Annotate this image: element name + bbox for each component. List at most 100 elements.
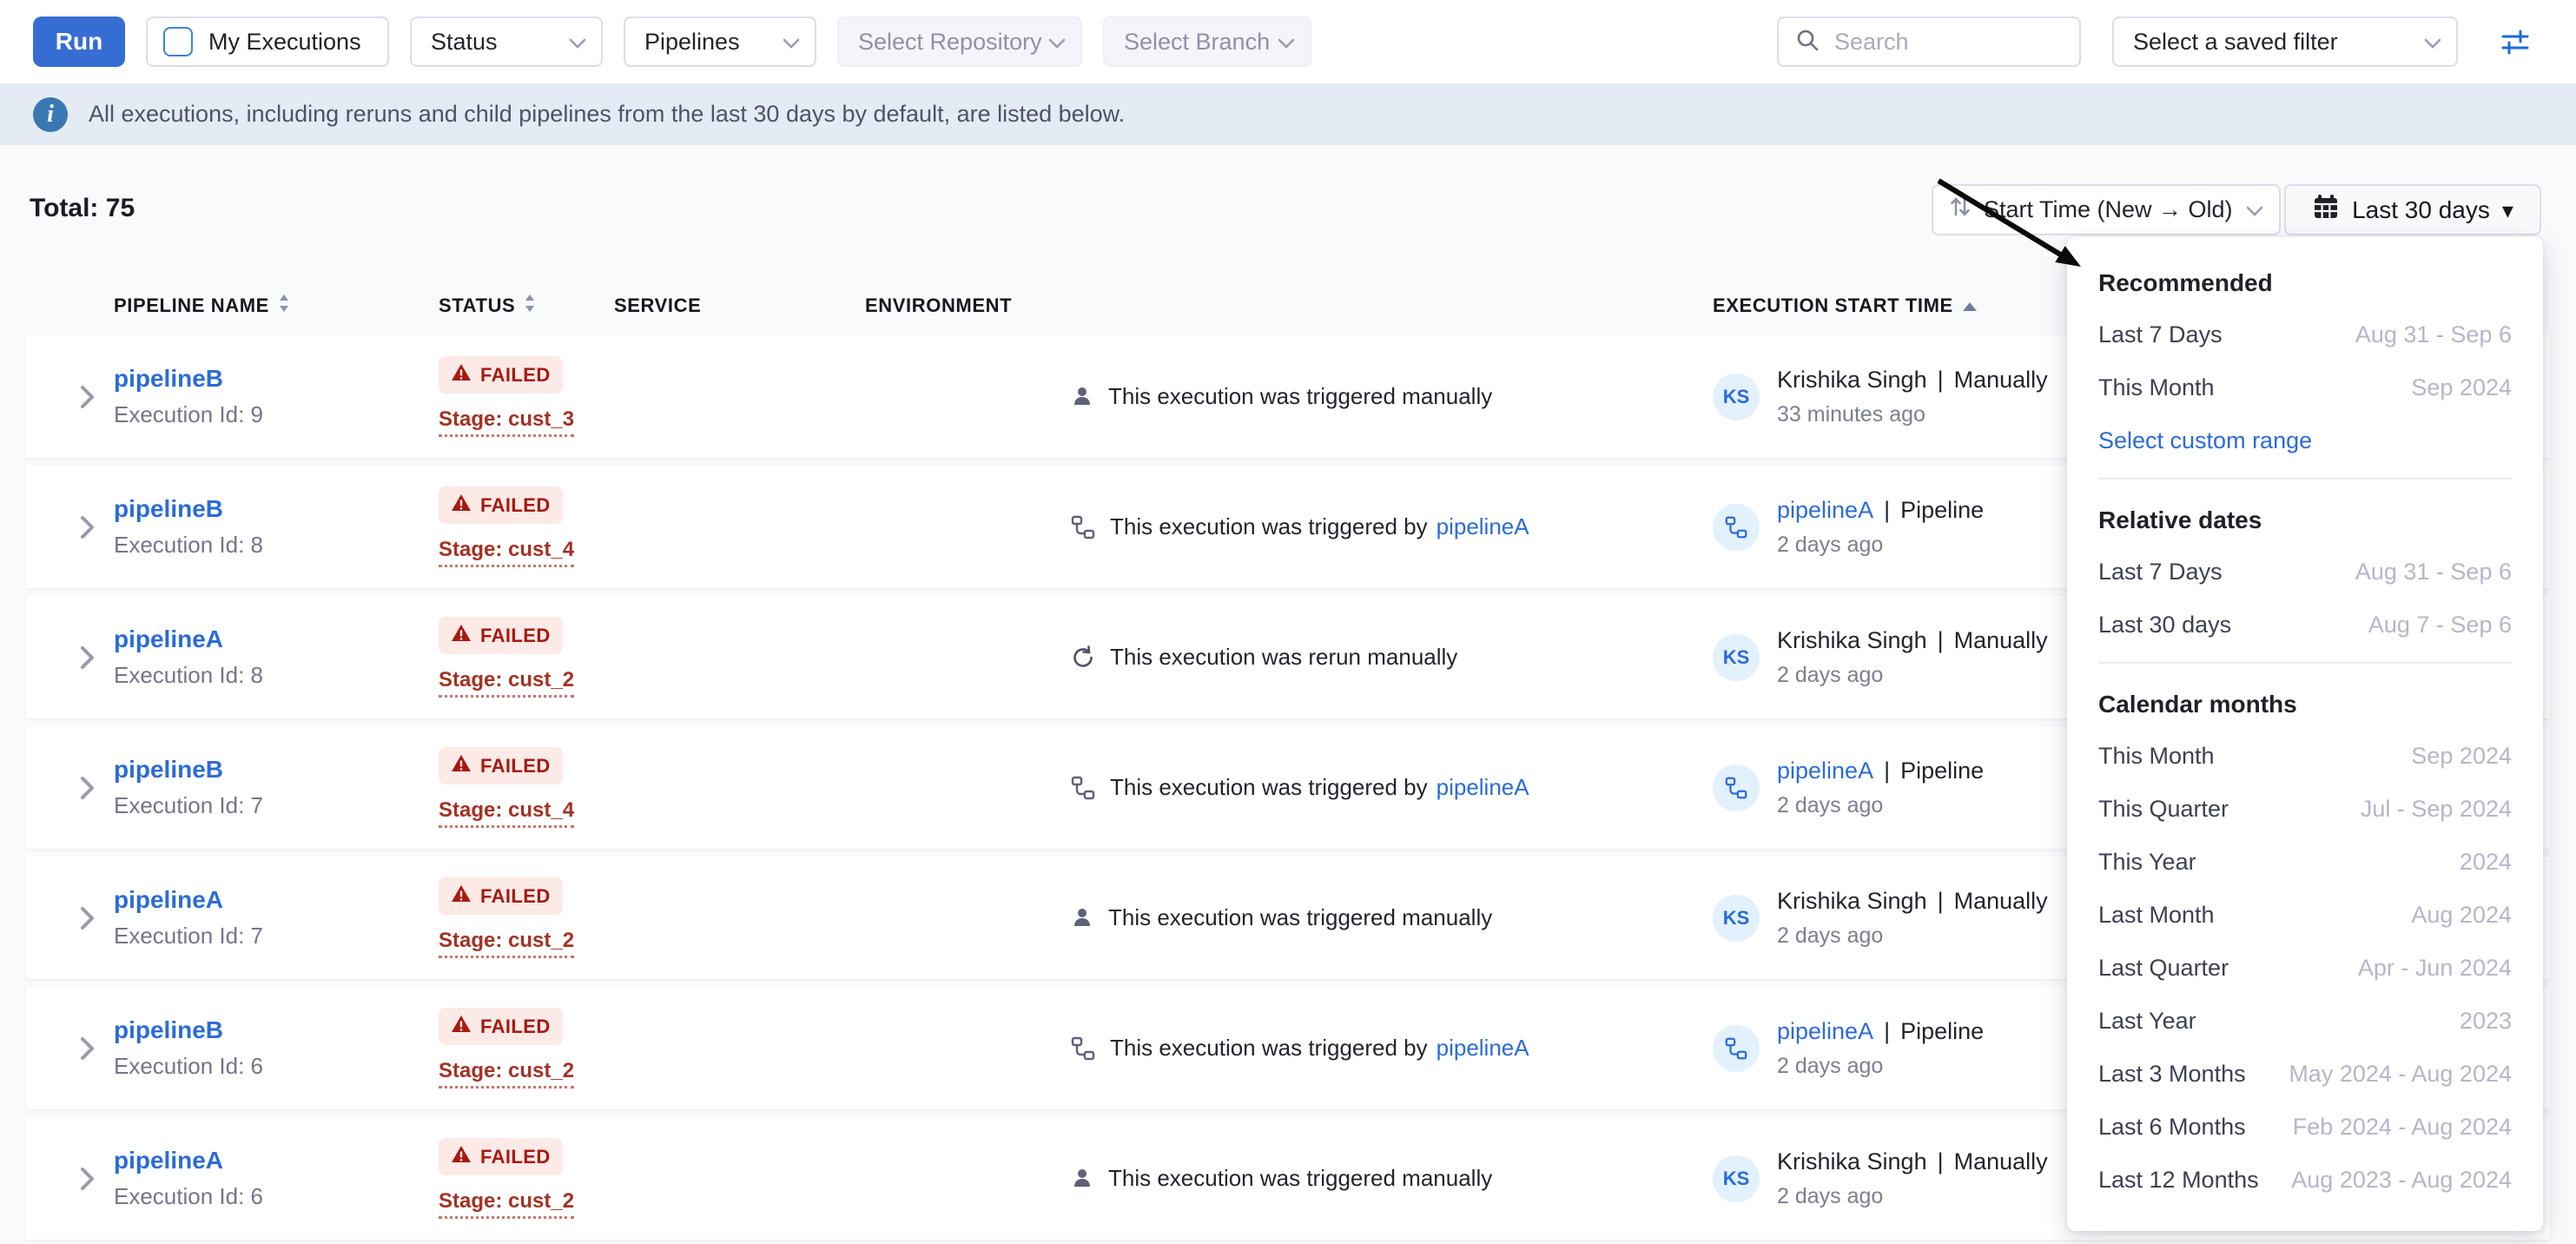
- date-range-button[interactable]: Last 30 days ▾: [2284, 184, 2541, 235]
- starter-name[interactable]: pipelineA: [1777, 1018, 1873, 1045]
- date-menu-item-range: Jul - Sep 2024: [2361, 796, 2512, 823]
- date-menu-item[interactable]: Last Year 2023: [2098, 995, 2512, 1048]
- date-menu-item[interactable]: Last 12 Months Aug 2023 - Aug 2024: [2098, 1154, 2512, 1207]
- pipeline-name-cell: pipelineA Execution Id: 8: [114, 625, 439, 689]
- search-icon: [1794, 27, 1820, 57]
- trigger-info: This execution was triggered by pipeline…: [1070, 774, 1713, 801]
- starter-name[interactable]: pipelineA: [1777, 497, 1873, 524]
- separator: |: [1938, 888, 1944, 915]
- status-badge: FAILED: [439, 486, 563, 524]
- trigger-info: This execution was triggered manually: [1070, 1165, 1713, 1192]
- date-menu-section-header: Relative dates: [2098, 495, 2512, 546]
- separator: |: [1938, 627, 1944, 654]
- column-service-label: SERVICE: [614, 294, 701, 317]
- pipeline-name-link[interactable]: pipelineB: [114, 1016, 223, 1043]
- date-menu-item[interactable]: Last 3 Months May 2024 - Aug 2024: [2098, 1048, 2512, 1101]
- search-input[interactable]: [1833, 28, 2064, 56]
- trigger-mode: Pipeline: [1900, 497, 1984, 524]
- starter-name[interactable]: Krishika Singh: [1777, 367, 1927, 394]
- pipeline-name-link[interactable]: pipelineA: [114, 886, 223, 913]
- select-repository-label: Select Repository: [858, 29, 1042, 56]
- starter-name[interactable]: Krishika Singh: [1777, 1148, 1927, 1175]
- pipelines-dropdown[interactable]: Pipelines: [624, 17, 816, 67]
- row-expand-chevron[interactable]: [26, 514, 114, 540]
- status-badge: FAILED: [439, 1008, 563, 1045]
- filter-sliders-icon[interactable]: [2498, 24, 2533, 59]
- avatar-initials: KS: [1723, 907, 1750, 930]
- failed-stage-link[interactable]: Stage: cust_3: [439, 407, 574, 437]
- row-expand-chevron[interactable]: [26, 1036, 114, 1062]
- pipeline-name-cell: pipelineA Execution Id: 7: [114, 886, 439, 950]
- status-cell: FAILED Stage: cust_2: [439, 877, 614, 958]
- start-text: Krishika Singh | Manually 2 days ago: [1777, 1148, 2048, 1209]
- sort-updown-icon: [524, 293, 536, 319]
- date-menu-item[interactable]: Select custom range: [2098, 414, 2512, 467]
- my-executions-checkbox[interactable]: [163, 27, 193, 56]
- pipeline-name-link[interactable]: pipelineB: [114, 495, 223, 522]
- failed-stage-link[interactable]: Stage: cust_4: [439, 538, 574, 567]
- date-menu-item-range: Aug 31 - Sep 6: [2355, 559, 2512, 586]
- trigger-pipeline-link[interactable]: pipelineA: [1437, 774, 1529, 801]
- failed-stage-link[interactable]: Stage: cust_2: [439, 668, 574, 698]
- pipeline-name-link[interactable]: pipelineA: [114, 625, 223, 652]
- date-menu-item[interactable]: This Year 2024: [2098, 836, 2512, 889]
- starter-name[interactable]: pipelineA: [1777, 758, 1873, 784]
- starter-name[interactable]: Krishika Singh: [1777, 627, 1927, 654]
- pipeline-name-link[interactable]: pipelineB: [114, 756, 223, 783]
- start-time: 2 days ago: [1777, 923, 2048, 949]
- date-menu-section: Recommended Last 7 Days Aug 31 - Sep 6 T…: [2098, 258, 2512, 480]
- separator: |: [1938, 367, 1944, 394]
- status-label: FAILED: [480, 364, 551, 387]
- sort-dropdown[interactable]: Start Time (New → Old): [1932, 184, 2281, 235]
- column-pipeline-name[interactable]: PIPELINE NAME: [114, 293, 439, 319]
- date-menu-item[interactable]: This Quarter Jul - Sep 2024: [2098, 783, 2512, 836]
- calendar-icon: [2312, 193, 2340, 227]
- run-button[interactable]: Run: [33, 17, 125, 67]
- row-expand-chevron[interactable]: [26, 905, 114, 931]
- status-badge: FAILED: [439, 877, 563, 915]
- pipeline-name-link[interactable]: pipelineA: [114, 1147, 223, 1174]
- failed-stage-link[interactable]: Stage: cust_2: [439, 1059, 574, 1088]
- date-menu-item[interactable]: Last Month Aug 2024: [2098, 889, 2512, 942]
- trigger-pipeline-link[interactable]: pipelineA: [1437, 1035, 1529, 1062]
- date-menu-item[interactable]: This Month Sep 2024: [2098, 361, 2512, 414]
- chevron-down-icon: [1277, 29, 1296, 56]
- row-expand-chevron[interactable]: [26, 775, 114, 801]
- trigger-message: This execution was triggered manually: [1108, 904, 1492, 931]
- status-dropdown[interactable]: Status: [410, 17, 603, 67]
- date-menu-item[interactable]: Last 7 Days Aug 31 - Sep 6: [2098, 308, 2512, 361]
- trigger-pipeline-link[interactable]: pipelineA: [1437, 513, 1529, 540]
- column-status[interactable]: STATUS: [439, 293, 614, 319]
- date-menu-item-label: This Quarter: [2098, 796, 2229, 823]
- date-menu-item[interactable]: This Month Sep 2024: [2098, 730, 2512, 783]
- execution-id: Execution Id: 6: [114, 1183, 439, 1210]
- date-menu-item[interactable]: Last 6 Months Feb 2024 - Aug 2024: [2098, 1101, 2512, 1154]
- warning-triangle-icon: [451, 754, 472, 778]
- failed-stage-link[interactable]: Stage: cust_2: [439, 929, 574, 958]
- trigger-mode: Manually: [1954, 1148, 2048, 1175]
- date-menu-item[interactable]: Last 7 Days Aug 31 - Sep 6: [2098, 546, 2512, 599]
- row-expand-chevron[interactable]: [26, 384, 114, 410]
- select-branch-dropdown[interactable]: Select Branch: [1103, 17, 1311, 67]
- pipeline-name-link[interactable]: pipelineB: [114, 365, 223, 392]
- trigger-info: This execution was triggered by pipeline…: [1070, 513, 1713, 540]
- separator: |: [1884, 1018, 1890, 1045]
- select-repository-dropdown[interactable]: Select Repository: [837, 17, 1082, 67]
- avatar-initials: KS: [1723, 386, 1750, 408]
- status-badge: FAILED: [439, 617, 563, 654]
- saved-filter-dropdown[interactable]: Select a saved filter: [2112, 17, 2458, 67]
- row-expand-chevron[interactable]: [26, 645, 114, 671]
- row-expand-chevron[interactable]: [26, 1166, 114, 1192]
- failed-stage-link[interactable]: Stage: cust_2: [439, 1189, 574, 1219]
- starter-name[interactable]: Krishika Singh: [1777, 888, 1927, 915]
- warning-triangle-icon: [451, 1145, 472, 1168]
- my-executions-filter[interactable]: My Executions: [146, 17, 389, 67]
- trigger-message: This execution was triggered manually: [1108, 383, 1492, 410]
- failed-stage-link[interactable]: Stage: cust_4: [439, 798, 574, 828]
- date-menu-item[interactable]: Last Quarter Apr - Jun 2024: [2098, 942, 2512, 995]
- my-executions-label: My Executions: [208, 29, 361, 56]
- saved-filter-label: Select a saved filter: [2133, 29, 2338, 56]
- select-branch-label: Select Branch: [1124, 29, 1270, 56]
- date-menu-item[interactable]: Last 30 days Aug 7 - Sep 6: [2098, 599, 2512, 652]
- date-menu-section-header: Calendar months: [2098, 679, 2512, 730]
